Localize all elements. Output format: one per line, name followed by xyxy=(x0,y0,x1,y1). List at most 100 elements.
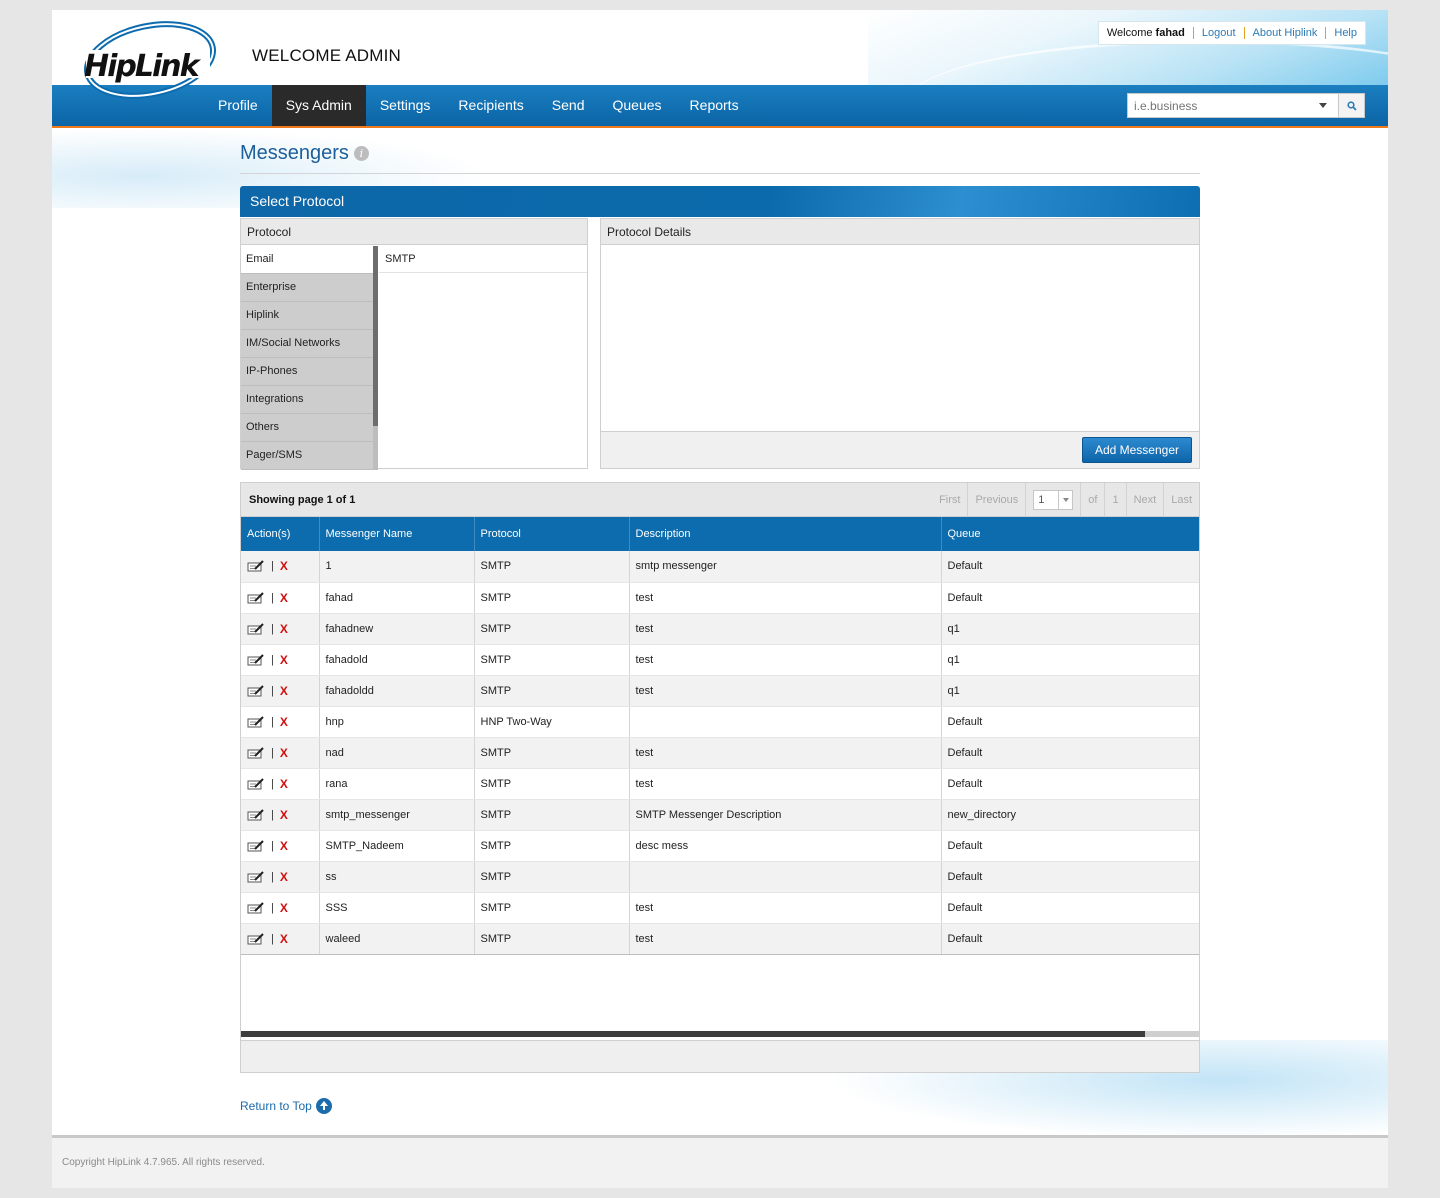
queue-cell: Default xyxy=(941,582,1199,614)
search-input[interactable] xyxy=(1128,94,1313,117)
return-to-top-link[interactable]: Return to Top xyxy=(240,1098,332,1114)
delete-icon[interactable]: X xyxy=(280,591,288,605)
protocol-cell: SMTP xyxy=(474,644,630,676)
delete-icon[interactable]: X xyxy=(280,653,288,667)
edit-icon[interactable] xyxy=(247,715,265,728)
messenger-name-cell: hnp xyxy=(319,706,475,738)
nav-settings[interactable]: Settings xyxy=(366,85,445,126)
messenger-name-cell: fahadoldd xyxy=(319,675,475,707)
table-row[interactable]: | Xrana SMTP test Default xyxy=(241,768,1199,800)
column-header-queue[interactable]: Queue xyxy=(941,517,1199,551)
messenger-name-cell: fahad xyxy=(319,582,475,614)
nav-send[interactable]: Send xyxy=(538,85,599,126)
queue-cell: q1 xyxy=(941,613,1199,645)
table-row[interactable]: | Xfahadnew SMTP test q1 xyxy=(241,613,1199,645)
delete-icon[interactable]: X xyxy=(280,808,288,822)
edit-icon[interactable] xyxy=(247,839,265,852)
edit-icon[interactable] xyxy=(247,591,265,604)
delete-icon[interactable]: X xyxy=(280,777,288,791)
protocol-item-pager-sms[interactable]: Pager/SMS xyxy=(241,442,373,470)
about-link[interactable]: About Hiplink xyxy=(1253,27,1318,39)
column-header-description[interactable]: Description xyxy=(629,517,942,551)
edit-icon[interactable] xyxy=(247,808,265,821)
table-header-row: Action(s) Messenger Name Protocol Descri… xyxy=(241,517,1199,551)
protocol-item-enterprise[interactable]: Enterprise xyxy=(241,274,373,302)
edit-icon[interactable] xyxy=(247,560,265,572)
protocol-item-hiplink[interactable]: Hiplink xyxy=(241,302,373,330)
action-separator: | xyxy=(271,746,274,759)
messenger-name-cell: 1 xyxy=(319,551,475,583)
table-row[interactable]: | Xnad SMTP test Default xyxy=(241,737,1199,769)
edit-icon[interactable] xyxy=(247,932,265,945)
protocol-item-integrations[interactable]: Integrations xyxy=(241,386,373,414)
edit-icon[interactable] xyxy=(247,622,265,635)
table-row[interactable]: | Xss SMTP Default xyxy=(241,861,1199,893)
table-row[interactable]: | X 1 SMTP smtp messenger Default xyxy=(241,551,1199,583)
delete-icon[interactable]: X xyxy=(280,746,288,760)
edit-icon[interactable] xyxy=(247,653,265,666)
delete-icon[interactable]: X xyxy=(280,622,288,636)
table-row[interactable]: | Xsmtp_messenger SMTP SMTP Messenger Descr… xyxy=(241,799,1199,831)
delete-icon[interactable]: X xyxy=(280,932,288,946)
edit-icon[interactable] xyxy=(247,684,265,697)
table-row[interactable]: | X SSS SMTP test Default xyxy=(241,892,1199,924)
sub-protocol-smtp[interactable]: SMTP xyxy=(379,246,587,273)
scrollbar-thumb[interactable] xyxy=(241,1031,1145,1037)
delete-icon[interactable]: X xyxy=(280,715,288,729)
protocol-item-ip-phones[interactable]: IP-Phones xyxy=(241,358,373,386)
help-link[interactable]: Help xyxy=(1334,27,1357,39)
table-row[interactable]: | Xfahadoldd SMTP test q1 xyxy=(241,675,1199,707)
messengers-grid: Showing page 1 of 1 First Previous 1 of … xyxy=(240,482,1200,1073)
column-header-protocol[interactable]: Protocol xyxy=(474,517,630,551)
delete-icon[interactable]: X xyxy=(280,901,288,915)
search-button[interactable] xyxy=(1339,93,1365,118)
pager-next[interactable]: Next xyxy=(1125,483,1164,517)
nav-queues[interactable]: Queues xyxy=(599,85,676,126)
protocol-scrollbar[interactable] xyxy=(373,246,378,470)
action-separator: | xyxy=(271,777,274,790)
row-actions: | X xyxy=(247,653,319,667)
table-row[interactable]: | Xwaleed SMTP test Default xyxy=(241,923,1199,955)
chevron-down-icon[interactable] xyxy=(1319,103,1327,108)
arrow-up-icon xyxy=(315,1098,332,1114)
edit-icon[interactable] xyxy=(247,870,265,883)
search-icon xyxy=(1346,100,1357,111)
pager-first[interactable]: First xyxy=(932,483,967,517)
action-separator: | xyxy=(271,622,274,635)
action-separator: | xyxy=(271,684,274,697)
user-links: Welcome fahad Logout About Hiplink Help xyxy=(1097,21,1366,45)
action-separator: | xyxy=(271,560,274,573)
delete-icon[interactable]: X xyxy=(280,684,288,698)
protocol-item-email[interactable]: Email xyxy=(241,246,373,274)
delete-icon[interactable]: X xyxy=(280,839,288,853)
search-box xyxy=(1127,93,1339,118)
delete-icon[interactable]: X xyxy=(280,870,288,884)
pager-previous[interactable]: Previous xyxy=(967,483,1025,517)
column-header-messenger-name[interactable]: Messenger Name xyxy=(319,517,475,551)
horizontal-scrollbar[interactable] xyxy=(241,1031,1199,1037)
nav-recipients[interactable]: Recipients xyxy=(444,85,537,126)
page-status: Showing page 1 of 1 xyxy=(249,494,356,506)
pager-last[interactable]: Last xyxy=(1163,483,1199,517)
scrollbar-thumb[interactable] xyxy=(373,426,378,470)
delete-icon[interactable]: X xyxy=(280,559,288,573)
edit-icon[interactable] xyxy=(247,901,265,914)
table-row[interactable]: | X SMTP_Nadeem SMTP desc mess Default xyxy=(241,830,1199,862)
nav-sys-admin[interactable]: Sys Admin xyxy=(271,85,366,126)
description-cell: smtp messenger xyxy=(629,551,942,583)
chevron-down-icon xyxy=(1058,491,1072,509)
edit-icon[interactable] xyxy=(247,746,265,759)
nav-reports[interactable]: Reports xyxy=(676,85,753,126)
page-select[interactable]: 1 xyxy=(1033,490,1074,510)
protocol-item-im-social[interactable]: IM/Social Networks xyxy=(241,330,373,358)
add-messenger-button[interactable]: Add Messenger xyxy=(1081,437,1192,463)
protocol-item-others[interactable]: Others xyxy=(241,414,373,442)
divider xyxy=(1325,27,1327,39)
table-row[interactable]: | Xfahad SMTP test Default xyxy=(241,582,1199,614)
info-icon[interactable]: i xyxy=(353,146,369,161)
edit-icon[interactable] xyxy=(247,777,265,790)
table-row[interactable]: | Xhnp HNP Two-Way Default xyxy=(241,706,1199,738)
hiplink-logo[interactable]: HipLink xyxy=(78,20,218,102)
logout-link[interactable]: Logout xyxy=(1202,27,1236,39)
table-row[interactable]: | Xfahadold SMTP test q1 xyxy=(241,644,1199,676)
